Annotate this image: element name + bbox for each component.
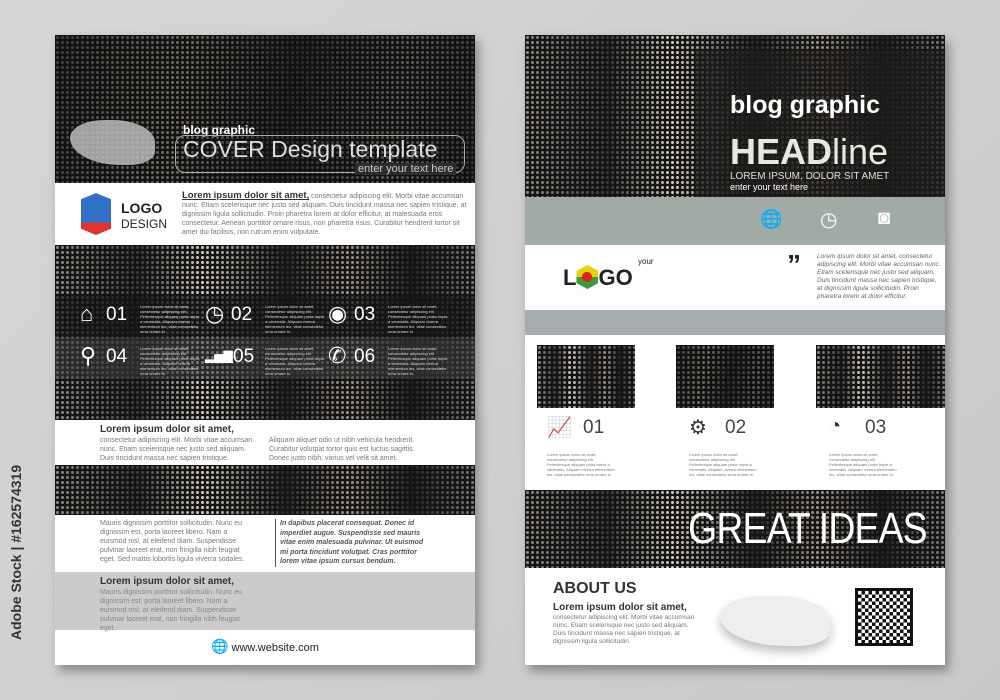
feature-text: Lorem ipsum dolor sit amet, consectetur … [140,346,200,376]
feature-text: Lorem ipsum dolor sit amet, consectetur … [265,304,325,334]
feature-text: Lorem ipsum dolor sit amet, consectetur … [140,304,200,334]
feature-text: Lorem ipsum dolor sit amet, consectetur … [388,304,448,334]
section-two: Lorem ipsum dolor sit amet, consectetur … [55,420,475,465]
great-ideas-banner: GREAT IDEAS [525,490,945,568]
intro-lead: Lorem ipsum dolor sit amet, [182,190,310,201]
step-item: ⚙ 02 Lorem ipsum dolor sit amet, consect… [685,415,805,485]
feature-item: ◷ 02 Lorem ipsum dolor sit amet, consect… [205,301,325,335]
gears-icon: ⚙ [689,417,707,439]
logo-text: LOGO [121,200,163,216]
image-strip [55,465,475,515]
steps-section: 📈 01 Lorem ipsum dolor sit amet, consect… [525,335,945,490]
photo-thumbnail [537,345,635,408]
home-icon: ⌂ [80,301,94,326]
feature-item: ⚲ 04 Lorem ipsum dolor sit amet, consect… [80,343,200,377]
logo-subtext: DESIGN [121,217,168,231]
brochure-headline-page: blog graphic HEADline LOREM IPSUM, DOLOR… [525,35,945,665]
features-section: ⌂ 01 Lorem ipsum dolor sit amet, consect… [55,245,475,420]
clock-icon: ◷ [820,209,838,231]
camera-icon: ◙ [878,207,891,229]
stopwatch-icon: ◔ [829,415,842,437]
bar-chart-icon: ▂▅▇ [205,349,233,363]
about-title: ABOUT US [553,580,637,597]
step-number: 01 [583,417,605,438]
hexagon-logo-icon [576,265,599,289]
intro-section: LOGO DESIGN Lorem ipsum dolor sit amet, … [55,183,475,245]
quote-text: Lorem ipsum dolor sit amet, consectetur … [817,253,941,300]
brochure-cover-page: blog graphic COVER Design template enter… [55,35,475,665]
feature-number: 03 [354,304,376,325]
cover-header: blog graphic COVER Design template enter… [55,35,475,183]
section-two-title: Lorem ipsum dolor sit amet, [100,424,234,435]
divider-band [525,310,945,335]
photo-thumbnail [816,345,945,408]
about-body: consectetur adipiscing elit. Morbi vitae… [553,614,695,645]
section-three: Mauris dignissim porttitor sollicitudin.… [55,515,475,572]
clock-icon: ◷ [205,301,225,326]
logo-quote-section: L GO your ” Lorem ipsum dolor sit amet, c… [525,245,945,310]
phone-icon: ✆ [328,343,347,368]
section-four-body: Mauris dignissim porttitor sollicitudin.… [100,589,242,632]
about-section: ABOUT US Lorem ipsum dolor sit amet, con… [525,568,945,665]
headline-tagline: enter your text here [730,182,809,192]
step-number: 02 [725,417,747,438]
feature-text: Lorem ipsum dolor sit amet, consectetur … [388,346,448,376]
feature-number: 01 [106,304,128,325]
growth-chart-icon: 📈 [547,417,572,439]
step-item: 📈 01 Lorem ipsum dolor sit amet, consect… [543,415,663,485]
section-two-col1: consectetur adipiscing elit. Morbi vitae… [100,437,253,462]
step-text: Lorem ipsum dolor sit amet, consectetur … [829,452,897,477]
feature-number: 06 [354,346,376,367]
camera-icon: ◉ [328,301,348,326]
step-number: 03 [865,417,887,438]
stock-watermark: Adobe Stock | #162574319 [8,464,24,640]
section-three-col1: Mauris dignissim porttitor sollicitudin.… [100,520,245,563]
feature-text: Lorem ipsum dolor sit amet, consectetur … [265,346,325,376]
headline-header: blog graphic HEADline LOREM IPSUM, DOLOR… [525,35,945,197]
feature-item: ⌂ 01 Lorem ipsum dolor sit amet, consect… [80,301,200,335]
step-item: ◔ 03 Lorem ipsum dolor sit amet, consect… [825,415,945,485]
feature-item: ◉ 03 Lorem ipsum dolor sit amet, consect… [328,301,448,335]
feature-number: 02 [231,304,253,325]
world-map-icon [70,120,155,165]
feature-item: ✆ 06 Lorem ipsum dolor sit amet, consect… [328,343,448,377]
step-text: Lorem ipsum dolor sit amet, consectetur … [547,452,615,477]
about-lead: Lorem ipsum dolor sit amet, [553,602,687,613]
step-text: Lorem ipsum dolor sit amet, consectetur … [689,452,757,477]
headline-subtitle: LOREM IPSUM, DOLOR SIT AMET [730,171,890,182]
quote-mark-icon: ” [787,249,801,280]
logo-cube-icon [81,193,111,235]
globe-icon: 🌐 [211,638,229,654]
footer: 🌐 www.website.com [55,630,475,665]
world-map-icon [720,596,830,646]
photo-thumbnail [676,345,774,408]
headline-title: HEADline [730,131,889,172]
cover-subtitle: enter your text here [355,163,457,175]
feature-number: 04 [106,346,128,367]
headline-kicker: blog graphic [730,91,880,119]
section-two-col2: Aliquam aliquet odio ut nibh vehicula he… [269,437,415,462]
website-link[interactable]: www.website.com [232,642,319,654]
banner-text: GREAT IDEAS [688,504,928,553]
section-four-title: Lorem ipsum dolor sit amet, [100,576,234,587]
feature-item: ▂▅▇ 05 Lorem ipsum dolor sit amet, conse… [205,344,325,376]
your-logo: L GO your [563,257,654,290]
cover-title: COVER Design template [183,136,438,162]
location-pin-icon: ⚲ [80,343,97,368]
pull-quote: In dapibus placerat consequat. Donec id … [275,519,425,567]
feature-number: 05 [233,346,255,367]
globe-icon: 🌐 [760,209,783,229]
qr-code-icon [855,588,913,646]
section-four: Lorem ipsum dolor sit amet, Mauris digni… [55,572,475,632]
info-band: 🌐 ◷ ◙ [525,197,945,245]
